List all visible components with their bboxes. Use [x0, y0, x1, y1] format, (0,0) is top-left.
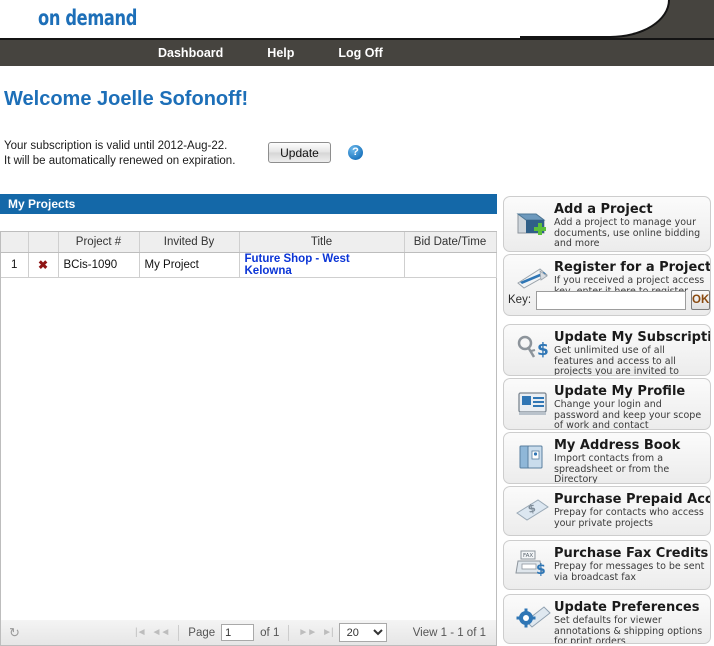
svg-text:$: $ — [537, 340, 549, 360]
nav-item-dashboard[interactable]: Dashboard — [158, 46, 223, 60]
table-row[interactable]: 1 ✖ BCis-1090 My Project Future Shop - W… — [1, 252, 497, 278]
folder-plus-icon — [514, 205, 552, 241]
sidebar-card-purchase-prepaid-access[interactable]: $ Purchase Prepaid Access Prepay for con… — [503, 486, 711, 536]
col-title[interactable]: Title — [239, 232, 405, 253]
project-title-link[interactable]: Future Shop - West Kelowna — [245, 253, 350, 277]
cell-row-number: 1 — [1, 252, 29, 278]
subscription-line-1: Your subscription is valid until 2012-Au… — [4, 140, 228, 152]
id-card-icon — [514, 387, 552, 423]
sidebar-card-purchase-fax-credits[interactable]: FAX $ Purchase Fax Credits Prepay for me… — [503, 540, 711, 590]
col-delete — [28, 232, 59, 253]
last-page-icon[interactable]: ►| — [322, 627, 333, 638]
page-root: on demand Dashboard Help Log Off Welcome… — [0, 0, 714, 646]
projects-table: Project # Invited By Title Bid Date/Time… — [1, 232, 497, 278]
pager-divider-1 — [178, 624, 180, 641]
delete-row-icon[interactable]: ✖ — [38, 258, 48, 272]
table-header-row: Project # Invited By Title Bid Date/Time — [1, 232, 497, 253]
col-bid-date-time[interactable]: Bid Date/Time — [404, 232, 497, 253]
sidebar-card-update-my-subscription[interactable]: $ Update My Subscription Get unlimited u… — [503, 324, 711, 376]
card-description: Import contacts from a spreadsheet or fr… — [554, 453, 670, 484]
key-label: Key: — [508, 294, 532, 306]
card-description: Prepay for messages to be sent via broad… — [554, 561, 705, 583]
sidebar-card-update-preferences[interactable]: Update Preferences Set defaults for view… — [503, 594, 711, 644]
card-title: My Address Book — [554, 438, 681, 453]
pager-divider-2 — [288, 624, 290, 641]
card-dollar-icon: $ — [514, 495, 552, 531]
sidebar-card-my-address-book[interactable]: My Address Book Import contacts from a s… — [503, 432, 711, 484]
page-size-select[interactable]: 20 — [338, 623, 387, 642]
refresh-icon[interactable]: ↻ — [9, 625, 23, 640]
project-key-input[interactable] — [536, 290, 687, 310]
nav-item-logoff[interactable]: Log Off — [338, 46, 382, 60]
cell-project-number: BCis-1090 — [58, 252, 140, 278]
col-row-number — [1, 232, 29, 253]
card-description: Set defaults for viewer annotations & sh… — [554, 615, 703, 644]
card-title: Purchase Prepaid Access — [554, 492, 711, 507]
site-logo: on demand — [38, 6, 138, 30]
prev-page-icon[interactable]: ◄◄ — [152, 627, 171, 638]
next-page-icon[interactable]: ►► — [298, 627, 317, 638]
help-icon[interactable]: ? — [348, 145, 363, 160]
card-title: Add a Project — [554, 202, 653, 217]
cell-invited-by: My Project — [139, 252, 240, 278]
fax-dollar-icon: FAX $ — [514, 549, 552, 585]
svg-text:$: $ — [536, 562, 546, 578]
main-navigation: Dashboard Help Log Off — [0, 38, 714, 66]
page-label: Page — [188, 626, 216, 639]
col-project-number[interactable]: Project # — [58, 232, 140, 253]
key-entry-row: Key: OK — [508, 290, 710, 310]
page-title: Welcome Joelle Sofonoff! — [4, 88, 249, 110]
update-subscription-button[interactable]: Update — [268, 142, 331, 163]
sidebar-card-update-my-profile[interactable]: Update My Profile Change your login and … — [503, 378, 711, 430]
col-invited-by[interactable]: Invited By — [139, 232, 240, 253]
subscription-status: Your subscription is valid until 2012-Au… — [4, 139, 235, 169]
subscription-line-2: It will be automatically renewed on expi… — [4, 155, 236, 167]
card-title: Update My Subscription — [554, 330, 710, 345]
address-book-icon — [514, 441, 552, 477]
view-range-label: View 1 - 1 of 1 — [412, 626, 486, 639]
my-projects-header: My Projects — [0, 194, 497, 214]
card-description: Prepay for contacts who access your priv… — [554, 507, 704, 529]
card-description: Get unlimited use of all features and ac… — [554, 345, 679, 376]
header-band: on demand — [0, 0, 714, 38]
sidebar-card-add-a-project[interactable]: Add a Project Add a project to manage yo… — [503, 196, 711, 252]
gear-page-icon — [514, 603, 552, 639]
projects-grid: Project # Invited By Title Bid Date/Time… — [0, 231, 497, 624]
nav-item-help[interactable]: Help — [267, 46, 294, 60]
card-description: Add a project to manage your documents, … — [554, 217, 701, 249]
page-number-input[interactable] — [221, 624, 255, 641]
pagination-bar: ↻ |◄ ◄◄ Page of 1 ►► ►| 20 View 1 - 1 of… — [0, 620, 497, 646]
card-title: Update My Profile — [554, 384, 686, 399]
card-title: Register for a Project — [554, 260, 711, 275]
card-title: Update Preferences — [554, 600, 700, 615]
key-dollar-icon: $ — [514, 333, 552, 369]
card-title: Purchase Fax Credits — [554, 546, 709, 561]
card-description: Change your login and password and keep … — [554, 399, 702, 430]
first-page-icon[interactable]: |◄ — [135, 627, 146, 638]
sidebar-card-register-for-a-project[interactable]: Register for a Project If you received a… — [503, 254, 711, 316]
svg-text:FAX: FAX — [523, 553, 533, 559]
page-total-label: of 1 — [260, 626, 280, 639]
key-submit-button[interactable]: OK — [691, 290, 710, 310]
cell-bid-date-time — [404, 252, 497, 278]
